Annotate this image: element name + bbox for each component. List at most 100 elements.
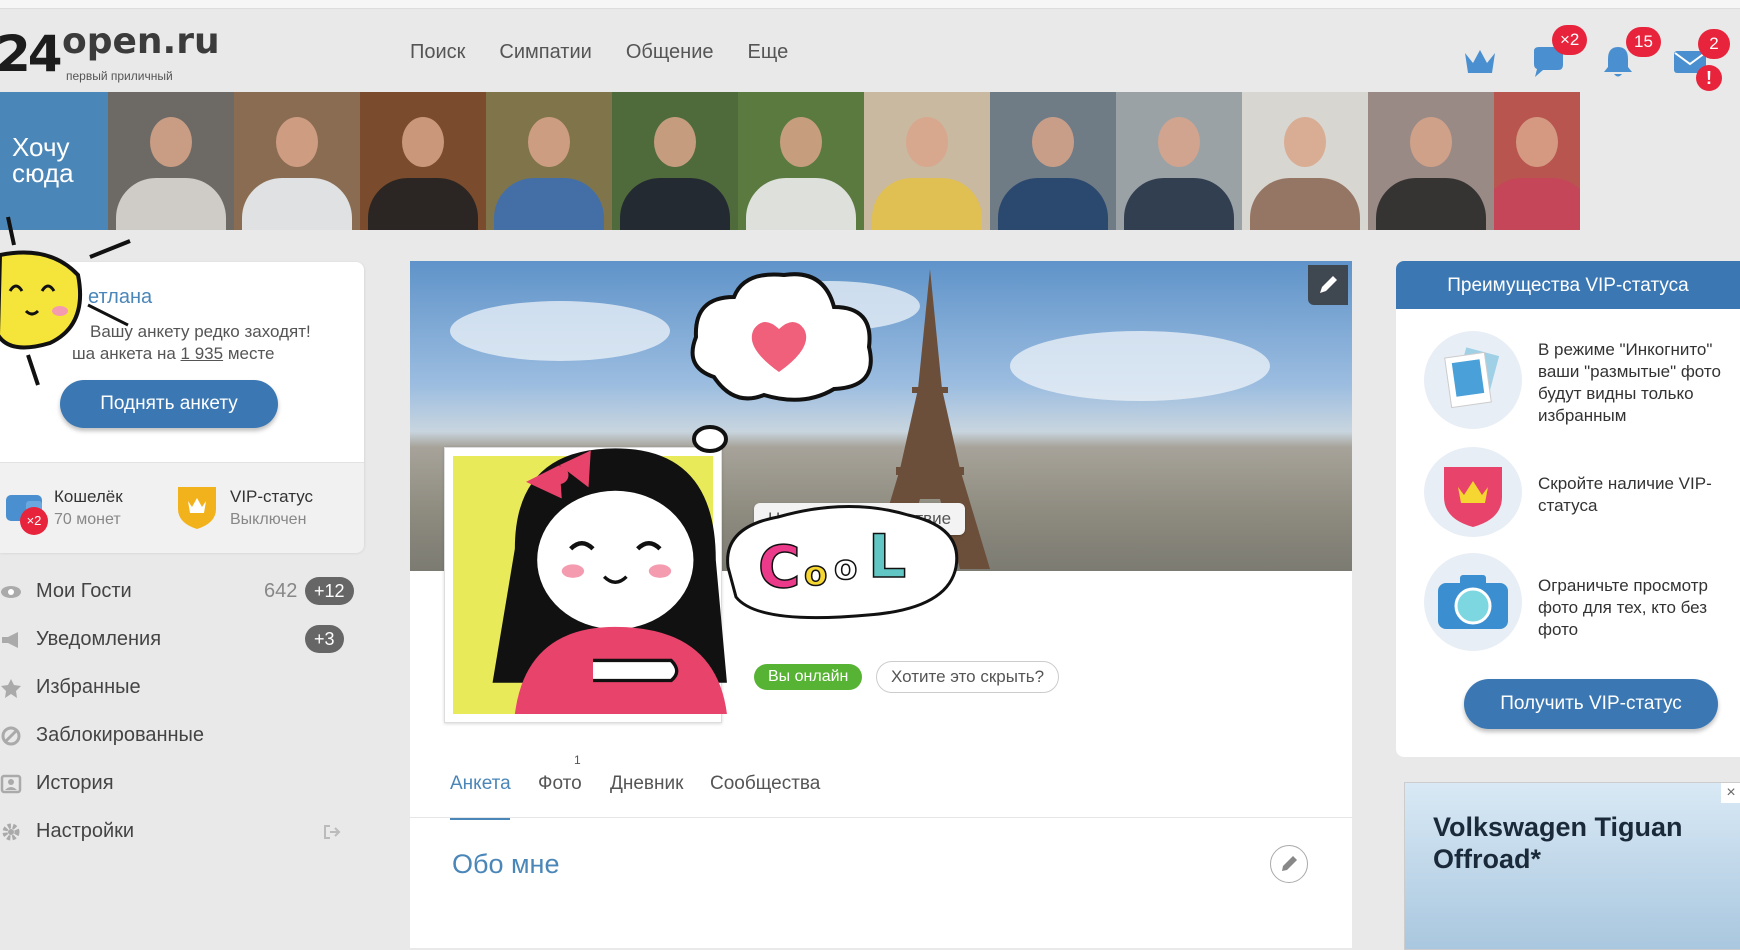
browser-top-edge bbox=[0, 0, 1740, 9]
thumbnail-face bbox=[1032, 116, 1074, 167]
vip-status-title[interactable]: VIP-статус bbox=[230, 487, 313, 507]
sidebar-item-label: Уведомления bbox=[36, 628, 162, 650]
edit-about-button[interactable] bbox=[1270, 845, 1308, 883]
vip-shield-icon[interactable] bbox=[174, 483, 220, 531]
profile-thumbnail[interactable] bbox=[234, 92, 360, 230]
tab-profile[interactable]: Анкета bbox=[450, 773, 511, 795]
raise-profile-button[interactable]: Поднять анкету bbox=[60, 380, 278, 428]
ad-title: Volkswagen Tiguan Offroad* bbox=[1433, 812, 1683, 874]
thumbnail-body bbox=[242, 178, 352, 230]
thumbnail-face bbox=[150, 116, 192, 167]
edit-cover-button[interactable] bbox=[1308, 265, 1348, 305]
greeting-input[interactable]: Напишите приветствие bbox=[754, 503, 966, 535]
wallet-value: 70 монет bbox=[54, 511, 121, 528]
logo-number: 24 bbox=[0, 25, 63, 83]
main-nav: Поиск Симпатии Общение Еще bbox=[410, 41, 788, 64]
nav-sympathies[interactable]: Симпатии bbox=[499, 41, 591, 64]
header-icons: ×2 15 2 ! bbox=[1460, 25, 1740, 91]
tab-diary[interactable]: Дневник bbox=[610, 773, 683, 795]
profile-thumbnail[interactable] bbox=[360, 92, 486, 230]
guests-badge: +12 bbox=[305, 577, 354, 605]
restrict-photos-icon bbox=[1424, 553, 1522, 651]
star-icon bbox=[1, 679, 21, 698]
alert-icon: ! bbox=[1696, 65, 1722, 91]
thumbnail-body bbox=[1250, 178, 1360, 230]
vip-feature-restrict: Ограничьте просмотр фото для тех, кто бе… bbox=[1538, 576, 1708, 639]
thumbnail-face bbox=[906, 116, 948, 167]
want-here-button[interactable]: Хочу сюда bbox=[0, 92, 108, 230]
vip-feature-hide: Скройте наличие VIP-статуса bbox=[1538, 474, 1712, 515]
sidebar-item-blocked[interactable]: Заблокированные bbox=[0, 716, 360, 756]
girl-sticker bbox=[492, 448, 727, 714]
tab-communities[interactable]: Сообщества bbox=[710, 773, 820, 795]
site-logo[interactable]: 24 open.ru первый приличный bbox=[0, 21, 220, 83]
pink-crown-icon bbox=[1444, 467, 1502, 527]
messages-badge: ×2 bbox=[1552, 25, 1588, 55]
mail-badge: 2 bbox=[1698, 29, 1730, 59]
profile-thumbnail[interactable] bbox=[1116, 92, 1242, 230]
sidebar-item-label: Мои Гости bbox=[36, 580, 132, 602]
thumbnail-body bbox=[494, 178, 604, 230]
cover-cloud bbox=[450, 301, 670, 361]
logo-word: open.ru bbox=[62, 21, 220, 62]
thumbnail-face bbox=[276, 116, 318, 167]
wallet-title[interactable]: Кошелёк bbox=[54, 487, 123, 507]
avatar[interactable] bbox=[453, 448, 727, 714]
profile-thumbnail[interactable] bbox=[864, 92, 990, 230]
profile-thumbnail[interactable] bbox=[1368, 92, 1494, 230]
nav-more[interactable]: Еще bbox=[748, 41, 789, 64]
thumbnail-face bbox=[528, 116, 570, 167]
crown-icon[interactable] bbox=[1462, 45, 1498, 79]
eye-icon bbox=[1, 586, 21, 598]
pencil-icon bbox=[1282, 856, 1297, 871]
sidebar-item-history[interactable]: История bbox=[0, 764, 360, 804]
photos-icon bbox=[1444, 347, 1500, 409]
hide-online-button[interactable]: Хотите это скрыть? bbox=[876, 661, 1060, 693]
nav-communication[interactable]: Общение bbox=[626, 41, 714, 64]
profile-card: етлана Вашу анкету редко заходят! ша анк… bbox=[0, 262, 364, 553]
camera-icon bbox=[1438, 575, 1508, 629]
sidebar-item-notifications[interactable]: Уведомления +3 bbox=[0, 620, 360, 660]
thumbnail-body bbox=[1494, 178, 1580, 230]
thumbnail-body bbox=[1376, 178, 1486, 230]
nav-search[interactable]: Поиск bbox=[410, 41, 465, 64]
rank-suffix: месте bbox=[227, 344, 275, 363]
profile-thumbnail[interactable] bbox=[1494, 92, 1580, 230]
get-vip-button[interactable]: Получить VIP-статус bbox=[1464, 679, 1718, 729]
sidebar-item-label: Заблокированные bbox=[36, 724, 205, 746]
thumbnail-body bbox=[998, 178, 1108, 230]
sidebar-item-favorites[interactable]: Избранные bbox=[0, 668, 360, 708]
profile-thumbnail[interactable] bbox=[108, 92, 234, 230]
avatar-frame[interactable] bbox=[444, 447, 727, 723]
sidebar-item-settings[interactable]: Настройки bbox=[0, 812, 360, 852]
profile-thumbnail[interactable] bbox=[738, 92, 864, 230]
photo-count: 1 bbox=[574, 753, 581, 767]
sidebar-item-guests[interactable]: Мои Гости 642 +12 bbox=[0, 572, 360, 612]
guests-count: 642 bbox=[264, 580, 298, 602]
vip-benefits-panel: Преимущества VIP-статуса В режиме "Инког… bbox=[1396, 261, 1740, 757]
logo-slogan: первый приличный bbox=[66, 69, 173, 83]
logout-icon[interactable] bbox=[322, 822, 342, 842]
profile-thumbnail[interactable] bbox=[990, 92, 1116, 230]
rank-place[interactable]: 1 935 bbox=[181, 344, 224, 363]
thumbnail-body bbox=[872, 178, 982, 230]
block-icon bbox=[1, 726, 21, 746]
profile-thumbnail[interactable] bbox=[612, 92, 738, 230]
profile-name[interactable]: етлана bbox=[88, 286, 152, 309]
sidebar-item-label: История bbox=[36, 772, 114, 794]
thumbnail-face bbox=[1284, 116, 1326, 167]
cover-cloud bbox=[1010, 331, 1270, 401]
header: 24 open.ru первый приличный Поиск Симпат… bbox=[0, 9, 1740, 91]
profile-thumbnail[interactable] bbox=[1242, 92, 1368, 230]
want-here-label: Хочу сюда bbox=[12, 132, 74, 188]
profile-main: Напишите приветствие Вы онлайн Хотите эт… bbox=[410, 261, 1352, 948]
profile-thumbnail[interactable] bbox=[486, 92, 612, 230]
vip-status-value: Выключен bbox=[230, 511, 307, 528]
tab-photos[interactable]: Фото bbox=[538, 773, 582, 795]
ad-banner[interactable]: Volkswagen Tiguan Offroad* × bbox=[1404, 782, 1740, 950]
vip-panel-title: Преимущества VIP-статуса bbox=[1396, 261, 1740, 309]
pencil-icon bbox=[1320, 276, 1337, 293]
rank-prefix: ша анкета на bbox=[72, 344, 176, 363]
thumbnail-body bbox=[368, 178, 478, 230]
close-icon[interactable]: × bbox=[1721, 783, 1740, 803]
